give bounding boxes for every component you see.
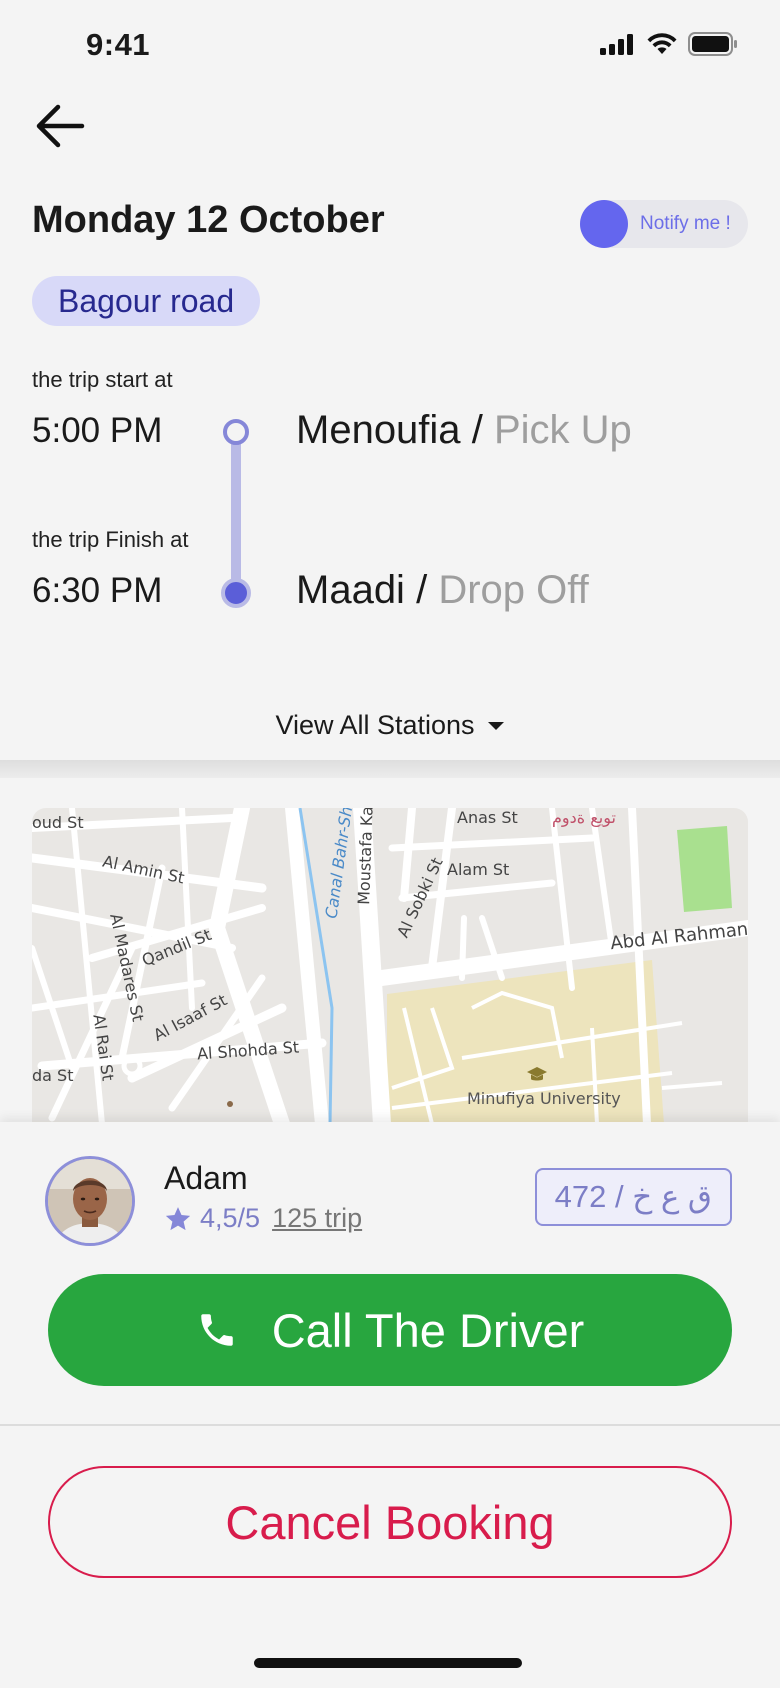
star-icon bbox=[165, 1206, 191, 1230]
status-bar: 9:41 bbox=[0, 0, 780, 90]
view-all-stations-button[interactable]: View All Stations bbox=[0, 710, 780, 741]
status-time: 9:41 bbox=[86, 27, 151, 62]
pickup-separator: / bbox=[471, 408, 483, 452]
trip-start-caption: the trip start at bbox=[32, 367, 173, 392]
map-label-oud-st: oud St bbox=[32, 813, 84, 832]
back-button[interactable] bbox=[30, 96, 90, 156]
toggle-knob bbox=[580, 200, 628, 248]
trip-finish-time: 6:30 PM bbox=[32, 571, 163, 610]
map-label-arabic: تويع ةدوم bbox=[552, 808, 616, 827]
cellular-signal-icon bbox=[600, 34, 633, 55]
cancel-booking-button[interactable]: Cancel Booking bbox=[48, 1466, 732, 1578]
call-driver-button[interactable]: Call The Driver bbox=[48, 1274, 732, 1386]
trip-finish-caption: the trip Finish at bbox=[32, 527, 189, 552]
caret-down-icon bbox=[487, 721, 504, 730]
notify-label: Notify me ! bbox=[640, 213, 731, 234]
cancel-booking-label: Cancel Booking bbox=[225, 1495, 555, 1549]
home-indicator bbox=[254, 1658, 522, 1668]
pickup-action: Pick Up bbox=[493, 408, 632, 452]
timeline-start-dot bbox=[223, 419, 249, 445]
pickup-station: Menoufia / Pick Up bbox=[296, 408, 632, 453]
sheet-divider bbox=[0, 1424, 780, 1426]
dropoff-separator: / bbox=[416, 568, 428, 612]
pickup-station-name: Menoufia bbox=[296, 408, 461, 452]
timeline-end-dot bbox=[221, 578, 251, 608]
driver-photo bbox=[48, 1159, 132, 1243]
trip-start-time: 5:00 PM bbox=[32, 411, 163, 450]
route-chip: Bagour road bbox=[32, 276, 261, 326]
driver-trip-count[interactable]: 125 trip bbox=[272, 1203, 362, 1234]
graduation-cap-icon bbox=[527, 1067, 547, 1081]
avatar[interactable] bbox=[45, 1156, 135, 1246]
map-label-anas-st: Anas St bbox=[457, 808, 518, 827]
map-streets bbox=[32, 808, 748, 1124]
map-label-moustafa: Moustafa Ka bbox=[354, 808, 377, 906]
status-icons bbox=[600, 32, 738, 56]
map-label-alam-st: Alam St bbox=[447, 860, 510, 879]
view-all-label: View All Stations bbox=[275, 710, 475, 740]
call-driver-label: Call The Driver bbox=[271, 1303, 585, 1357]
dropoff-action: Drop Off bbox=[438, 568, 589, 612]
dropoff-station: Maadi / Drop Off bbox=[296, 568, 589, 613]
driver-meta: 4,5/5 125 trip bbox=[164, 1203, 362, 1234]
route-map[interactable]: oud St Al Amin St Canal Bahr-She Moustaf… bbox=[32, 808, 748, 1124]
dropoff-station-name: Maadi bbox=[296, 568, 405, 612]
wifi-icon bbox=[647, 33, 677, 54]
battery-icon bbox=[688, 32, 737, 56]
license-plate: 472 / ق ع خ bbox=[534, 1168, 732, 1226]
arrow-left-icon bbox=[36, 104, 85, 148]
driver-rating: 4,5/5 bbox=[200, 1203, 261, 1233]
map-label-da-st: da St bbox=[32, 1066, 74, 1085]
map-label-university: Minufiya University bbox=[467, 1089, 621, 1108]
notify-me-toggle[interactable]: Notify me ! bbox=[580, 200, 748, 248]
phone-icon bbox=[200, 1314, 233, 1346]
driver-name: Adam bbox=[164, 1160, 248, 1196]
timeline-line bbox=[231, 440, 241, 590]
section-divider bbox=[0, 760, 780, 778]
page-title: Monday 12 October bbox=[32, 199, 385, 241]
